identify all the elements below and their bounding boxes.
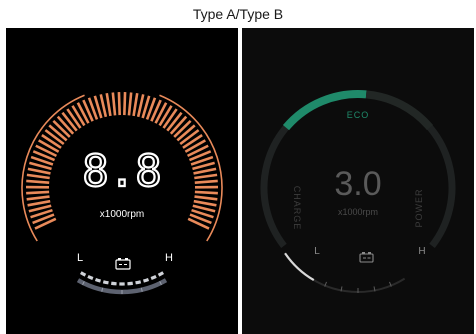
rpm-tick bbox=[136, 94, 145, 118]
rpm-tick bbox=[117, 92, 121, 116]
fuel-segment bbox=[150, 274, 157, 280]
fuel-segment bbox=[135, 280, 142, 285]
rpm-tick bbox=[26, 179, 50, 184]
rpm-tick bbox=[127, 92, 133, 116]
fuel-segment bbox=[79, 271, 87, 277]
type-a-fuel-high-label: H bbox=[165, 252, 173, 264]
fuel-gauge-fill bbox=[284, 252, 315, 282]
figure-caption: Type A/Type B bbox=[192, 6, 284, 22]
type-b-charge-label: CHARGE bbox=[292, 186, 302, 231]
fuel-segment bbox=[127, 281, 133, 286]
rpm-tick bbox=[193, 167, 217, 175]
type-b-power-label: POWER bbox=[414, 188, 424, 227]
type-a-rpm-value: 8.8 bbox=[82, 146, 161, 197]
rpm-tick bbox=[99, 94, 108, 118]
rpm-tick bbox=[158, 105, 173, 127]
rpm-tick bbox=[194, 195, 218, 201]
rpm-tick bbox=[105, 93, 112, 117]
rpm-tick bbox=[111, 92, 117, 116]
rpm-tick bbox=[26, 190, 50, 195]
rpm-tick bbox=[182, 134, 203, 149]
eco-arc-inactive bbox=[365, 90, 434, 131]
rpm-tick bbox=[26, 195, 50, 201]
rpm-tick bbox=[123, 92, 127, 116]
rpm-tick bbox=[194, 179, 218, 184]
type-b-fuel-low-label: L bbox=[314, 246, 320, 257]
type-b-fuel-high-label: H bbox=[418, 246, 425, 257]
battery-icon bbox=[359, 252, 374, 263]
fuel-segment bbox=[94, 277, 101, 283]
rpm-tick bbox=[71, 105, 86, 127]
rpm-tick bbox=[132, 93, 139, 117]
rpm-tick bbox=[41, 134, 62, 149]
type-a-cluster-panel: 8.8 x1000rpm L H bbox=[6, 28, 238, 334]
type-b-rpm-unit: x1000rpm bbox=[338, 207, 378, 217]
fuel-segment bbox=[102, 280, 109, 285]
rpm-tick bbox=[194, 173, 218, 180]
type-b-mode-label: ECO bbox=[347, 110, 370, 120]
rpm-tick bbox=[26, 173, 50, 180]
fuel-segment bbox=[143, 277, 150, 283]
fuel-segment bbox=[87, 274, 94, 280]
rpm-tick bbox=[193, 199, 217, 207]
type-b-cluster-panel: ECO 3.0 x1000rpm CHARGE POWER L H bbox=[242, 28, 474, 334]
type-a-rpm-unit: x1000rpm bbox=[100, 209, 144, 220]
fuel-segment bbox=[111, 281, 117, 286]
type-b-gauge-svg: ECO 3.0 x1000rpm CHARGE POWER L H bbox=[260, 90, 456, 293]
fuel-segment bbox=[157, 271, 165, 277]
rpm-tick bbox=[194, 190, 218, 195]
type-a-fuel-gauge bbox=[76, 271, 168, 295]
type-a-fuel-low-label: L bbox=[77, 252, 83, 264]
battery-icon bbox=[115, 258, 131, 270]
type-a-gauge-svg: 8.8 x1000rpm L H bbox=[21, 92, 223, 295]
rpm-tick bbox=[27, 167, 51, 175]
rpm-tick bbox=[27, 199, 51, 207]
type-b-rpm-value: 3.0 bbox=[334, 165, 381, 203]
